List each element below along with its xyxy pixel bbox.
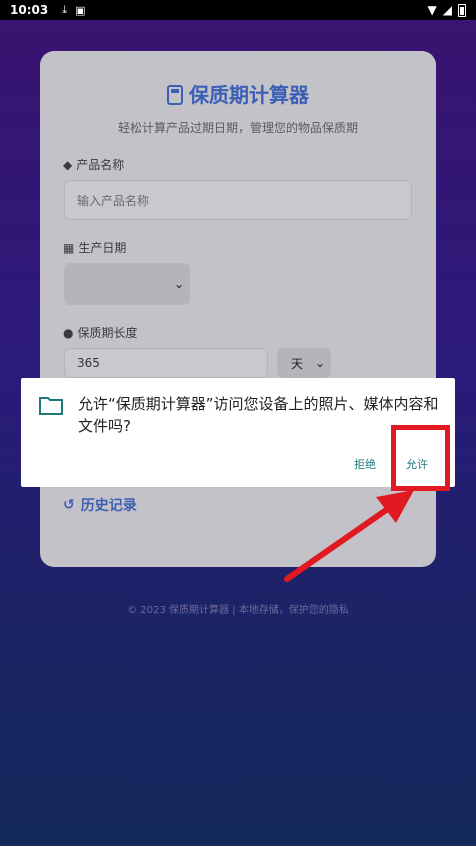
annotation-arrow: [284, 490, 414, 582]
